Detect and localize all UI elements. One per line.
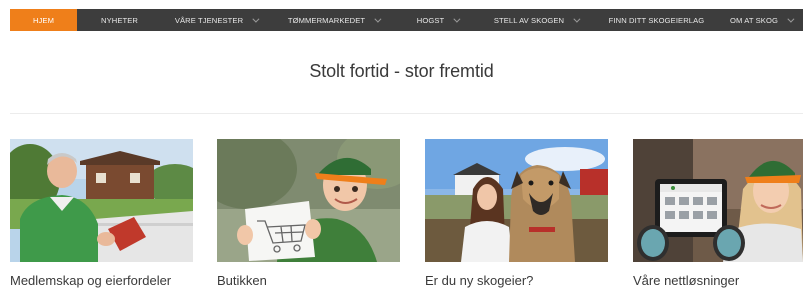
- nav-item-hogst[interactable]: HOGST: [397, 9, 478, 31]
- girl-with-dog-photo: [425, 139, 608, 262]
- nav-label: HJEM: [32, 15, 55, 25]
- nav-item-stell-av-skogen[interactable]: STELL AV SKOGEN: [478, 9, 594, 31]
- nav-label: FINN DITT SKOGEIERLAG: [608, 15, 705, 25]
- nav-label: NYHETER: [101, 15, 138, 25]
- page-headline: Stolt fortid - stor fremtid: [309, 61, 494, 81]
- card-caption[interactable]: Er du ny skogeier?: [425, 273, 608, 288]
- chevron-down-icon: [787, 15, 795, 23]
- card-image[interactable]: [425, 139, 608, 262]
- card-caption[interactable]: Våre nettløsninger: [633, 273, 803, 288]
- chevron-down-icon: [453, 15, 461, 23]
- nav-label: OM AT SKOG: [730, 15, 778, 25]
- nav-label: HOGST: [416, 15, 445, 25]
- card-medlemskap[interactable]: Medlemskap og eierfordeler: [10, 139, 193, 288]
- card-caption[interactable]: Medlemskap og eierfordeler: [10, 273, 193, 288]
- chevron-down-icon: [573, 15, 581, 23]
- card-image[interactable]: [633, 139, 803, 262]
- boy-with-cart-drawing-photo: [217, 139, 400, 262]
- card-nettlosninger[interactable]: Våre nettløsninger: [633, 139, 803, 288]
- card-ny-skogeier[interactable]: Er du ny skogeier?: [425, 139, 608, 288]
- card-caption[interactable]: Butikken: [217, 273, 400, 288]
- nav-label: STELL AV SKOGEN: [493, 15, 565, 25]
- nav-item-hjem[interactable]: HJEM: [10, 9, 77, 31]
- nav-item-nyheter[interactable]: NYHETER: [77, 9, 162, 31]
- nav-item-vare-tjenester[interactable]: VÅRE TJENESTER: [162, 9, 270, 31]
- chevron-down-icon: [252, 15, 260, 23]
- girl-with-tablet-photo: [633, 139, 803, 262]
- chevron-down-icon: [374, 15, 382, 23]
- nav-label: TØMMERMARKEDET: [287, 15, 366, 25]
- nav-item-om-at-skog[interactable]: OM AT SKOG: [719, 9, 803, 31]
- card-image[interactable]: [217, 139, 400, 262]
- man-with-tablet-photo: [10, 139, 193, 262]
- nav-item-tommermarkedet[interactable]: TØMMERMARKEDET: [270, 9, 397, 31]
- card-butikken[interactable]: Butikken: [217, 139, 400, 288]
- main-nav: HJEM NYHETER VÅRE TJENESTER TØMMERMARKED…: [10, 9, 803, 31]
- card-image[interactable]: [10, 139, 193, 262]
- nav-label: VÅRE TJENESTER: [174, 15, 244, 25]
- divider: [10, 113, 803, 114]
- nav-item-finn-ditt-skogeierlag[interactable]: FINN DITT SKOGEIERLAG: [594, 9, 719, 31]
